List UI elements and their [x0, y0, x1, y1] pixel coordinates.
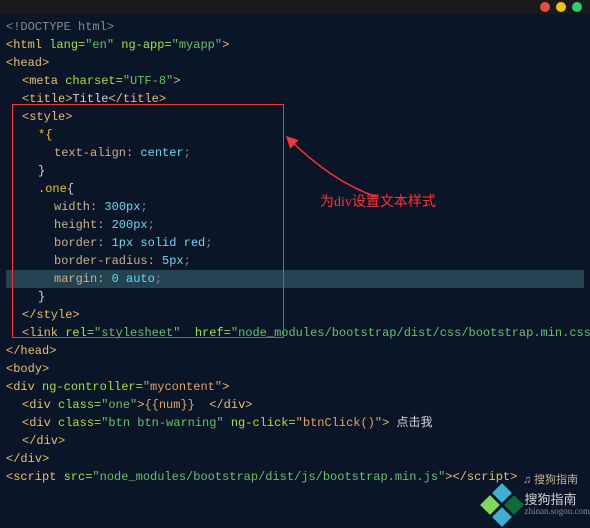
code-line: border: 1px solid red;	[6, 234, 584, 252]
code-line: <!DOCTYPE html>	[6, 18, 584, 36]
code-line: *{	[6, 126, 584, 144]
code-line: </style>	[6, 306, 584, 324]
code-line: <style>	[6, 108, 584, 126]
code-line: <meta charset="UTF-8">	[6, 72, 584, 90]
code-line: <div class="btn btn-warning" ng-click="b…	[6, 414, 584, 432]
code-line: <html lang="en" ng-app="myapp">	[6, 36, 584, 54]
watermark: 搜狗指南 zhinan.sogou.com	[483, 486, 590, 524]
code-line: }	[6, 288, 584, 306]
watermark-label: 搜狗指南 zhinan.sogou.com	[525, 493, 590, 517]
code-line: height: 200px;	[6, 216, 584, 234]
code-line: border-radius: 5px;	[6, 252, 584, 270]
code-line: text-align: center;	[6, 144, 584, 162]
code-line-highlighted: margin: 0 auto;	[6, 270, 584, 288]
code-line: </div>	[6, 450, 584, 468]
code-line: width: 300px;	[6, 198, 584, 216]
logo-icon	[483, 486, 521, 524]
code-line: <body>	[6, 360, 584, 378]
code-line: <div ng-controller="mycontent">	[6, 378, 584, 396]
code-editor: <!DOCTYPE html> <html lang="en" ng-app="…	[0, 14, 590, 490]
code-line: <head>	[6, 54, 584, 72]
maximize-icon[interactable]	[572, 2, 582, 12]
close-icon[interactable]	[540, 2, 550, 12]
code-line: .one{	[6, 180, 584, 198]
minimize-icon[interactable]	[556, 2, 566, 12]
code-line: <div class="one">{{num}} </div>	[6, 396, 584, 414]
window-titlebar	[0, 0, 590, 14]
code-line: }	[6, 162, 584, 180]
annotation-text: 为div设置文本样式	[320, 192, 436, 214]
code-line: </div>	[6, 432, 584, 450]
code-line: <title>Title</title>	[6, 90, 584, 108]
code-line: </head>	[6, 342, 584, 360]
code-line: <link rel="stylesheet" href="node_module…	[6, 324, 584, 342]
code-line: <script src="node_modules/bootstrap/dist…	[6, 468, 584, 486]
